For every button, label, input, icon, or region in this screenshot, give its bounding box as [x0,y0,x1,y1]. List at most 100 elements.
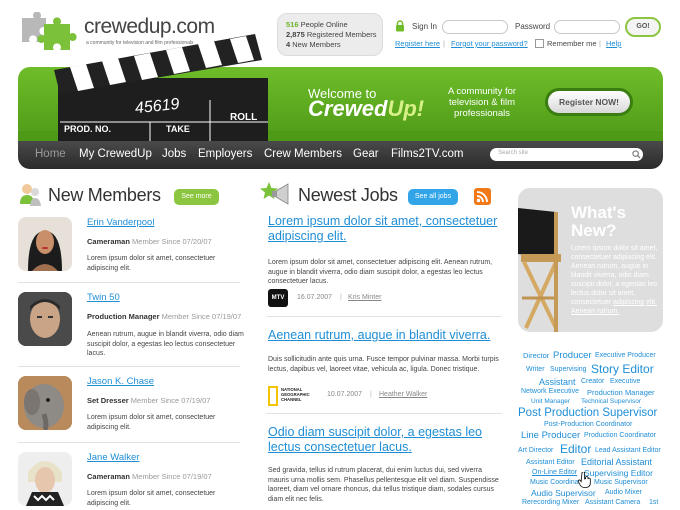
tag-link[interactable]: Unit Manager [531,398,570,405]
member-role-title: Set Dresser [87,396,129,405]
job-author-link[interactable]: Kris Minter [348,294,381,301]
tag-link[interactable]: Editorial Assistant [581,457,652,467]
member-since: Member Since 07/20/07 [132,237,212,246]
nav-jobs[interactable]: Jobs [162,148,186,160]
remember-checkbox[interactable] [535,39,544,48]
member-avatar[interactable] [18,452,72,506]
member-avatar[interactable] [18,217,72,271]
tag-link[interactable]: Assistant [539,377,576,387]
divider [266,413,502,414]
nav-my-crewedup[interactable]: My CrewedUp [79,148,152,160]
tag-link[interactable]: Lead Assistant Editor [595,447,661,454]
link-divider: | [443,39,445,48]
job-title-link[interactable]: Aenean rutrum, augue in blandit viverra. [268,328,508,343]
go-button[interactable]: GO! [625,17,661,37]
nav-home[interactable]: Home [35,148,66,160]
job-date: 16.07.2007 [297,294,333,301]
tag-link[interactable]: Assistant Editor [526,459,575,466]
tag-link[interactable]: Producer [553,350,592,361]
new-members-title: New Members [48,185,161,205]
welcome-crewed: Crewed [308,96,388,121]
job-date: 10.07.2007 [327,391,363,398]
nav-employers[interactable]: Employers [198,148,252,160]
members-icon [20,184,41,206]
member-role: Production Manager Member Since 07/19/07 [87,312,241,321]
meta-divider: | [340,294,342,301]
tag-link[interactable]: Line Producer [521,430,580,441]
whats-new-title: What's New? [571,204,626,240]
nav-crew-members[interactable]: Crew Members [264,148,342,160]
site-search-input[interactable]: Search site [490,148,643,161]
tag-link[interactable]: Production Coordinator [584,432,656,439]
national-geographic-logo: NATIONAL GEOGRAPHIC CHANNEL [268,386,318,406]
nav-gear[interactable]: Gear [353,148,379,160]
tag-link[interactable]: Rerecording Mixer [522,499,579,506]
member-avatar[interactable] [18,292,72,346]
tag-link[interactable]: Audio Supervisor [531,488,596,498]
member-role-title: Production Manager [87,312,160,321]
natgeo-text: NATIONAL GEOGRAPHIC CHANNEL [281,387,310,402]
job-author-link[interactable]: Heather Walker [379,391,427,398]
member-since: Member Since 07/19/07 [130,396,211,405]
nav-films2tv[interactable]: Films2TV.com [391,148,463,160]
member-role: Set Dresser Member Since 07/19/07 [87,396,210,405]
tag-link[interactable]: Creator [581,378,604,385]
member-role-title: Cameraman [87,472,130,481]
tag-link[interactable]: Technical Supervisor [581,398,641,405]
member-description: Lorem ipsum dolor sit amet, consectetuer… [87,255,216,272]
job-description: Lorem ipsum dolor sit amet, consectetuer… [268,259,493,285]
tag-link[interactable]: Audio Mixer [605,489,642,496]
member-name[interactable]: Jason K. Chase [87,376,154,387]
help-link[interactable]: Help [606,39,621,48]
tag-link[interactable]: On-Line Editor [532,469,577,476]
register-now-button[interactable]: Register NOW! [545,88,633,116]
search-icon[interactable] [632,150,641,159]
tag-link[interactable]: Production Manager [587,388,655,397]
signin-label: Sign In [412,22,437,31]
tag-link[interactable]: Writer [526,366,545,373]
tag-link[interactable]: Director [523,351,549,360]
job-title-link[interactable]: Odio diam suscipit dolor, a egestas leo … [268,425,508,455]
natgeo-frame-icon [268,386,278,406]
tag-link[interactable]: Music Supervisor [594,479,648,486]
online-label: People Online [300,20,348,29]
whats-new-body: Lorem ipsum dolor sit amet, consectetuer… [571,245,658,306]
see-all-jobs-button[interactable]: See all jobs [408,189,458,205]
password-input[interactable] [554,20,620,34]
member-name[interactable]: Jane Walker [87,452,139,463]
forgot-password-link[interactable]: Forgot your password? [451,39,528,48]
tag-link[interactable]: 1st [649,499,658,506]
remember-label: Remember me [547,39,597,48]
member-role: Cameraman Member Since 07/20/07 [87,237,212,246]
tag-link[interactable]: Supervising [550,366,587,373]
meta-divider: | [370,391,372,398]
tag-link[interactable]: Network Executive [521,388,579,395]
link-divider: | [599,39,601,48]
clapperboard-roll: ROLL [230,112,258,123]
tag-link[interactable]: Post-Production Coordinator [544,421,632,428]
member-name[interactable]: Twin 50 [87,292,120,303]
tag-link[interactable]: Post Production Supervisor [518,407,657,419]
clapperboard-take: TAKE [166,124,190,134]
community-tagline: A community for television & film profes… [447,86,517,119]
tag-link[interactable]: Art Director [518,447,553,454]
see-more-button[interactable]: See more [174,189,219,205]
rss-icon[interactable] [474,188,491,205]
register-link[interactable]: Register here [395,39,440,48]
job-title-link[interactable]: Lorem ipsum dolor sit amet, consectetuer… [268,214,508,244]
whats-new-link[interactable]: adipiscing [613,299,644,306]
tag-link[interactable]: Executive [610,378,640,385]
member-name[interactable]: Erin Vanderpool [87,217,154,228]
megaphone-star-icon [260,182,289,205]
tag-link[interactable]: Story Editor [591,362,654,376]
new-label: New Members [292,40,341,49]
whats-new-title-line2: New? [571,221,617,240]
tag-link[interactable]: Executive Producer [595,352,656,359]
tag-link[interactable]: Editor [560,442,591,456]
hand-cursor-icon [578,472,591,488]
username-input[interactable] [442,20,508,34]
member-avatar[interactable] [18,376,72,430]
welcome-line-2: CrewedUp! [308,96,424,122]
tag-link[interactable]: Assistant Camera [585,499,640,506]
tag-link[interactable]: Supervising Editor [584,468,653,478]
